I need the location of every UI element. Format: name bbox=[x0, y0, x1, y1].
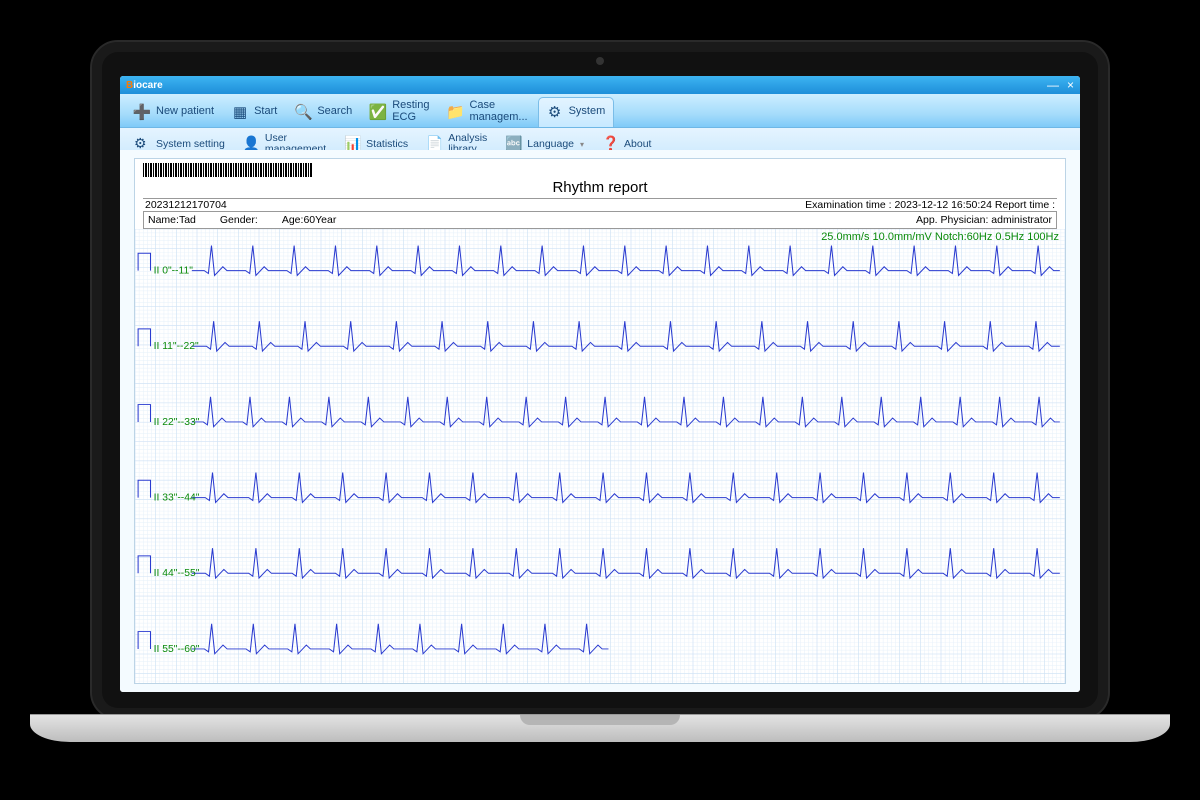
tab-start[interactable]: ▦Start bbox=[224, 97, 285, 127]
ribbon-main: ➕New patient▦Start🔍Search✅Resting ECG📁Ca… bbox=[120, 94, 1080, 128]
new_patient-icon: ➕ bbox=[132, 102, 152, 122]
tab-system[interactable]: ⚙System bbox=[538, 97, 615, 127]
tab-case_mgmt[interactable]: 📁Case managem... bbox=[439, 97, 535, 127]
patient-gender: Gender: bbox=[220, 214, 258, 226]
case_mgmt-icon: 📁 bbox=[445, 102, 465, 122]
report-page: Rhythm report 20231212170704 Examination… bbox=[134, 158, 1066, 684]
screen: Biocare — × ➕New patient▦Start🔍Search✅Re… bbox=[120, 76, 1080, 692]
chevron-down-icon: ▾ bbox=[580, 140, 584, 149]
tab-resting_ecg[interactable]: ✅Resting ECG bbox=[362, 97, 437, 127]
patient-name: Name:Tad bbox=[148, 214, 196, 226]
report-title: Rhythm report bbox=[143, 177, 1057, 198]
content-area: Rhythm report 20231212170704 Examination… bbox=[120, 150, 1080, 692]
tab-search[interactable]: 🔍Search bbox=[287, 97, 360, 127]
close-button[interactable]: × bbox=[1067, 78, 1074, 92]
start-icon: ▦ bbox=[230, 102, 250, 122]
svg-text:II 33"--44": II 33"--44" bbox=[154, 493, 200, 504]
resting_ecg-icon: ✅ bbox=[368, 102, 388, 122]
search-icon: 🔍 bbox=[293, 102, 313, 122]
ecg-params: 25.0mm/s 10.0mm/mV Notch:60Hz 0.5Hz 100H… bbox=[821, 231, 1059, 243]
exam-report-time: Examination time : 2023-12-12 16:50:24 R… bbox=[805, 199, 1055, 211]
minimize-button[interactable]: — bbox=[1047, 78, 1059, 92]
app-brand: Biocare bbox=[126, 80, 163, 91]
titlebar: Biocare — × bbox=[120, 76, 1080, 94]
laptop-frame: Biocare — × ➕New patient▦Start🔍Search✅Re… bbox=[90, 40, 1110, 720]
svg-text:II 0"--11": II 0"--11" bbox=[154, 266, 194, 277]
laptop-base bbox=[30, 714, 1170, 742]
patient-age: Age:60Year bbox=[282, 214, 337, 226]
svg-text:II 55"--60": II 55"--60" bbox=[154, 644, 200, 655]
svg-text:II 11"--22": II 11"--22" bbox=[154, 341, 200, 352]
camera-dot bbox=[596, 57, 604, 65]
system-icon: ⚙ bbox=[545, 102, 565, 122]
svg-text:II 22"--33": II 22"--33" bbox=[154, 417, 200, 428]
record-id: 20231212170704 bbox=[145, 199, 227, 211]
tab-new_patient[interactable]: ➕New patient bbox=[126, 97, 222, 127]
ecg-svg: II 0"--11" II 11"--22" II 22"--33" II 33"--… bbox=[135, 229, 1065, 683]
physician: App. Physician: administrator bbox=[916, 214, 1052, 226]
barcode bbox=[143, 163, 313, 177]
ecg-area: II 0"--11" II 11"--22" II 22"--33" II 33"--… bbox=[135, 229, 1065, 683]
svg-text:II 44"--55": II 44"--55" bbox=[154, 568, 200, 579]
